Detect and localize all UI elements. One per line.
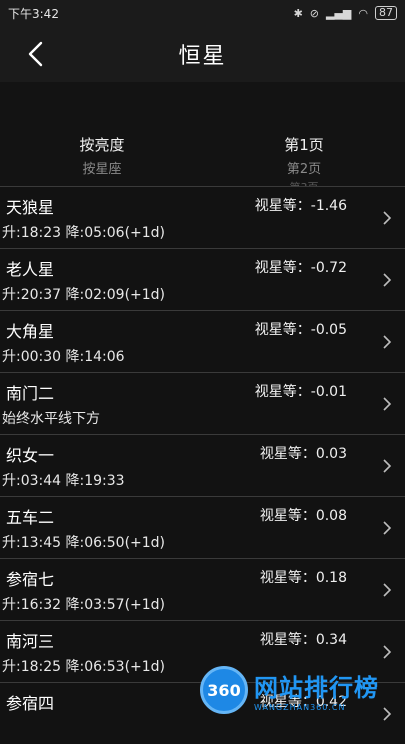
chevron-right-icon [383,211,392,225]
star-rise-set: 升:18:25 降:06:53(+1d) [2,659,166,675]
star-rise-set: 升:18:23 降:05:06(+1d) [2,225,166,241]
battery-indicator: 87 [375,6,397,20]
status-icons: ✱ ⊘ ▂▄▆ ◠ 87 [294,6,397,20]
sort-option-constellation[interactable]: 按星座 [22,158,182,177]
list-item[interactable]: 织女一 视星等：0.03 升:03:44 降:19:33 [0,434,405,496]
chevron-right-icon [383,335,392,349]
star-name: 织女一 [6,446,55,465]
star-rise-set: 升:16:32 降:03:57(+1d) [2,597,166,613]
chevron-right-icon [383,397,392,411]
chevron-right-icon [383,459,392,473]
list-item[interactable]: 天狼星 视星等：-1.46 升:18:23 降:05:06(+1d) [0,186,405,248]
star-rise-set: 始终水平线下方 [2,411,100,427]
page-option-2[interactable]: 第2页 [224,158,384,177]
mute-icon: ⊘ [309,6,319,20]
list-item[interactable]: 参宿七 视星等：0.18 升:16:32 降:03:57(+1d) [0,558,405,620]
sort-mode-picker[interactable]: 按亮度 按星座 [22,134,182,177]
chevron-left-icon [28,41,43,67]
chevron-right-icon [383,645,392,659]
chevron-right-icon [383,521,392,535]
star-rise-set: 升:13:45 降:06:50(+1d) [2,535,166,551]
chevron-right-icon [383,583,392,597]
star-name: 大角星 [6,322,55,341]
star-name: 参宿七 [6,570,55,589]
star-name: 老人星 [6,260,55,279]
sort-option-brightness[interactable]: 按亮度 [22,134,182,154]
star-magnitude: 视星等：0.18 [259,570,347,586]
sort-picker: 按亮度 按星座 第1页 第2页 第3页 [0,82,405,187]
star-name: 南河三 [6,632,55,651]
status-bar: 下午3:42 ✱ ⊘ ▂▄▆ ◠ 87 [0,0,405,26]
star-name: 参宿四 [6,694,55,713]
star-name: 南门二 [6,384,55,403]
page-picker[interactable]: 第1页 第2页 第3页 [224,134,384,187]
star-rise-set: 升:20:37 降:02:09(+1d) [2,287,166,303]
page-title: 恒星 [178,44,227,69]
wifi-icon: ◠ [358,6,368,20]
signal-icon: ▂▄▆ [326,6,352,20]
star-magnitude: 视星等：0.34 [259,632,347,648]
page-option-1[interactable]: 第1页 [224,134,384,154]
star-rise-set: 升:00:30 降:14:06 [2,349,125,365]
star-magnitude: 视星等：-0.05 [254,322,347,338]
status-time: 下午3:42 [8,6,59,21]
list-item[interactable]: 南门二 视星等：-0.01 始终水平线下方 [0,372,405,434]
list-item[interactable]: 五车二 视星等：0.08 升:13:45 降:06:50(+1d) [0,496,405,558]
watermark-sub: WANGZHAN360.CN [254,703,346,712]
star-magnitude: 视星等：-0.72 [254,260,347,276]
watermark-text: 网站排行榜 WANGZHAN360.CN [254,668,379,712]
list-item[interactable]: 大角星 视星等：-0.05 升:00:30 降:14:06 [0,310,405,372]
watermark-logo: 360 网站排行榜 WANGZHAN360.CN [200,660,405,720]
bluetooth-icon: ✱ [293,6,303,20]
app-header: 恒星 [0,26,405,82]
list-item[interactable]: 老人星 视星等：-0.72 升:20:37 降:02:09(+1d) [0,248,405,310]
star-magnitude: 视星等：0.03 [259,446,347,462]
star-rise-set: 升:03:44 降:19:33 [2,473,125,489]
back-button[interactable] [18,36,54,72]
chevron-right-icon [383,273,392,287]
star-magnitude: 视星等：-1.46 [254,198,347,214]
watermark-badge: 360 [200,666,248,714]
star-name: 五车二 [6,508,55,527]
star-name: 天狼星 [6,198,55,217]
star-magnitude: 视星等：-0.01 [254,384,347,400]
star-magnitude: 视星等：0.08 [259,508,347,524]
watermark-main: 网站排行榜 [254,674,379,702]
